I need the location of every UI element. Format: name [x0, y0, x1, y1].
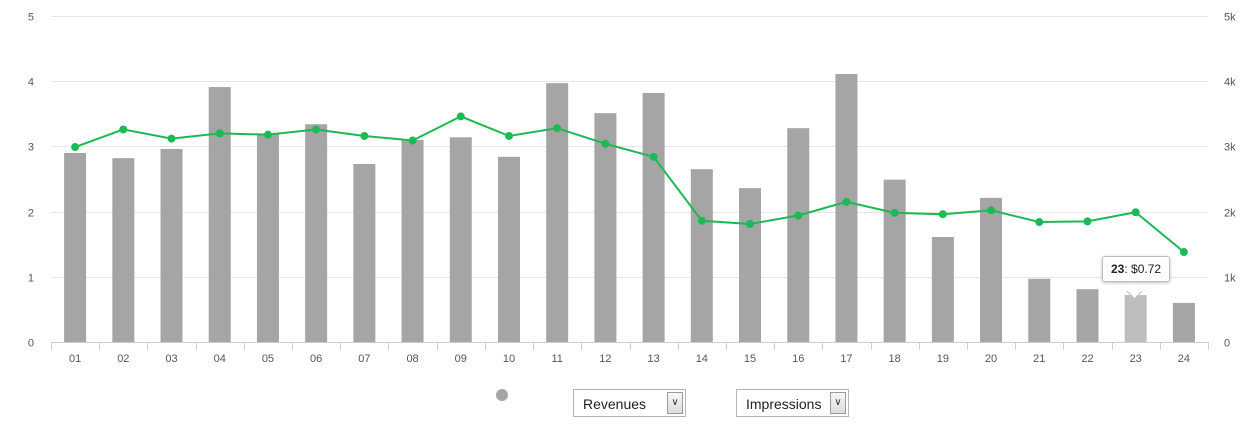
x-tick-label: 15: [744, 353, 756, 365]
y-left-tick-label: 0: [28, 338, 34, 350]
bar: [835, 74, 858, 342]
bar: [305, 124, 328, 343]
line-point: [360, 131, 369, 140]
line-point: [746, 219, 755, 228]
x-tick-label: 13: [647, 353, 659, 365]
y-left-tick-label: 3: [28, 142, 34, 154]
x-tick-label: 19: [937, 353, 949, 365]
legend-marker[interactable]: [496, 389, 508, 401]
combo-chart: 0 01 1k2 2k3 3k4 4k5 5k01 02 03 04 05 06 07 08 09 10 11 1…: [28, 12, 1236, 366]
line-point: [938, 210, 947, 219]
x-tick-label: 07: [358, 353, 370, 365]
y-right-tick-label: 3k: [1224, 142, 1236, 154]
y-right-tick-label: 4k: [1224, 77, 1236, 89]
x-tick-label: 05: [262, 353, 274, 365]
metric-select-primary-value: Revenues: [583, 396, 647, 412]
bar: [1172, 302, 1195, 342]
bar: [931, 237, 954, 342]
line-point: [987, 206, 996, 215]
bar: [1076, 289, 1099, 342]
bar: [690, 169, 713, 342]
x-tick-label: 21: [1033, 353, 1045, 365]
y-right-tick-label: 1k: [1224, 273, 1236, 285]
x-tick-label: 09: [455, 353, 467, 365]
line-point: [1083, 217, 1092, 226]
line-point: [71, 143, 80, 152]
x-tick-label: 12: [599, 353, 611, 365]
line-point: [794, 211, 803, 220]
line-point: [504, 131, 513, 140]
line-point: [649, 152, 658, 161]
chart-controls: Revenues ∨ Impressions ∨: [0, 389, 1255, 421]
bar: [642, 92, 665, 342]
y-left-tick-label: 4: [28, 77, 34, 89]
line-point: [1131, 208, 1140, 217]
x-tick-label: 18: [889, 353, 901, 365]
line-point: [601, 139, 610, 148]
x-tick-label: 04: [214, 353, 226, 365]
line-point: [312, 125, 321, 134]
bar: [1028, 278, 1051, 342]
bar: [497, 156, 520, 342]
line-point: [1179, 248, 1188, 257]
x-tick-label: 16: [792, 353, 804, 365]
bar: [208, 87, 231, 343]
line-point: [1035, 218, 1044, 227]
bar: [256, 134, 279, 342]
x-tick-label: 22: [1081, 353, 1093, 365]
bar: [787, 128, 810, 342]
bar: [401, 139, 424, 342]
y-left-tick-label: 1: [28, 273, 34, 285]
line-point: [408, 136, 417, 145]
bar: [64, 152, 87, 342]
bar: [883, 179, 906, 342]
x-tick-label: 10: [503, 353, 515, 365]
y-right-tick-label: 2k: [1224, 208, 1236, 220]
bar: [353, 164, 376, 342]
y-right-tick-label: 0: [1224, 338, 1230, 350]
metric-select-secondary[interactable]: Impressions ∨: [736, 389, 849, 417]
chevron-down-icon[interactable]: ∨: [667, 392, 683, 414]
tooltip: 23: $0.72: [1102, 256, 1171, 282]
line-point: [263, 130, 272, 139]
x-tick-label: 24: [1178, 353, 1190, 365]
x-tick-label: 06: [310, 353, 322, 365]
x-tick-label: 23: [1130, 353, 1142, 365]
line-point: [697, 216, 706, 225]
y-left-tick-label: 5: [28, 12, 34, 24]
y-right-tick-label: 5k: [1224, 12, 1236, 24]
x-tick-label: 02: [117, 353, 129, 365]
line-point: [456, 112, 465, 121]
tooltip-category: 23: [1111, 262, 1125, 276]
line-point: [215, 129, 224, 138]
chevron-down-icon[interactable]: ∨: [830, 392, 846, 414]
bar: [1124, 295, 1147, 342]
line-point: [119, 125, 128, 134]
line-series: [71, 112, 1188, 257]
x-tick-label: 03: [165, 353, 177, 365]
x-tick-label: 20: [985, 353, 997, 365]
bar-series: [64, 74, 1195, 343]
series-line: [74, 115, 1185, 253]
x-tick-label: 01: [69, 353, 81, 365]
line-point: [890, 208, 899, 217]
metric-select-primary[interactable]: Revenues ∨: [573, 389, 686, 417]
bar: [112, 158, 135, 342]
tooltip-value: : $0.72: [1124, 262, 1162, 276]
bar: [980, 197, 1003, 342]
x-tick-label: 17: [840, 353, 852, 365]
bar: [160, 149, 183, 342]
line-point: [167, 134, 176, 143]
bar: [449, 137, 472, 342]
x-tick-label: 08: [406, 353, 418, 365]
metric-select-secondary-value: Impressions: [746, 396, 822, 412]
x-tick-label: 14: [696, 353, 708, 365]
bar: [739, 188, 762, 342]
x-tick-label: 11: [551, 353, 562, 365]
y-left-tick-label: 2: [28, 208, 34, 220]
line-point: [553, 124, 562, 133]
bar: [546, 83, 569, 342]
line-point: [842, 197, 851, 206]
